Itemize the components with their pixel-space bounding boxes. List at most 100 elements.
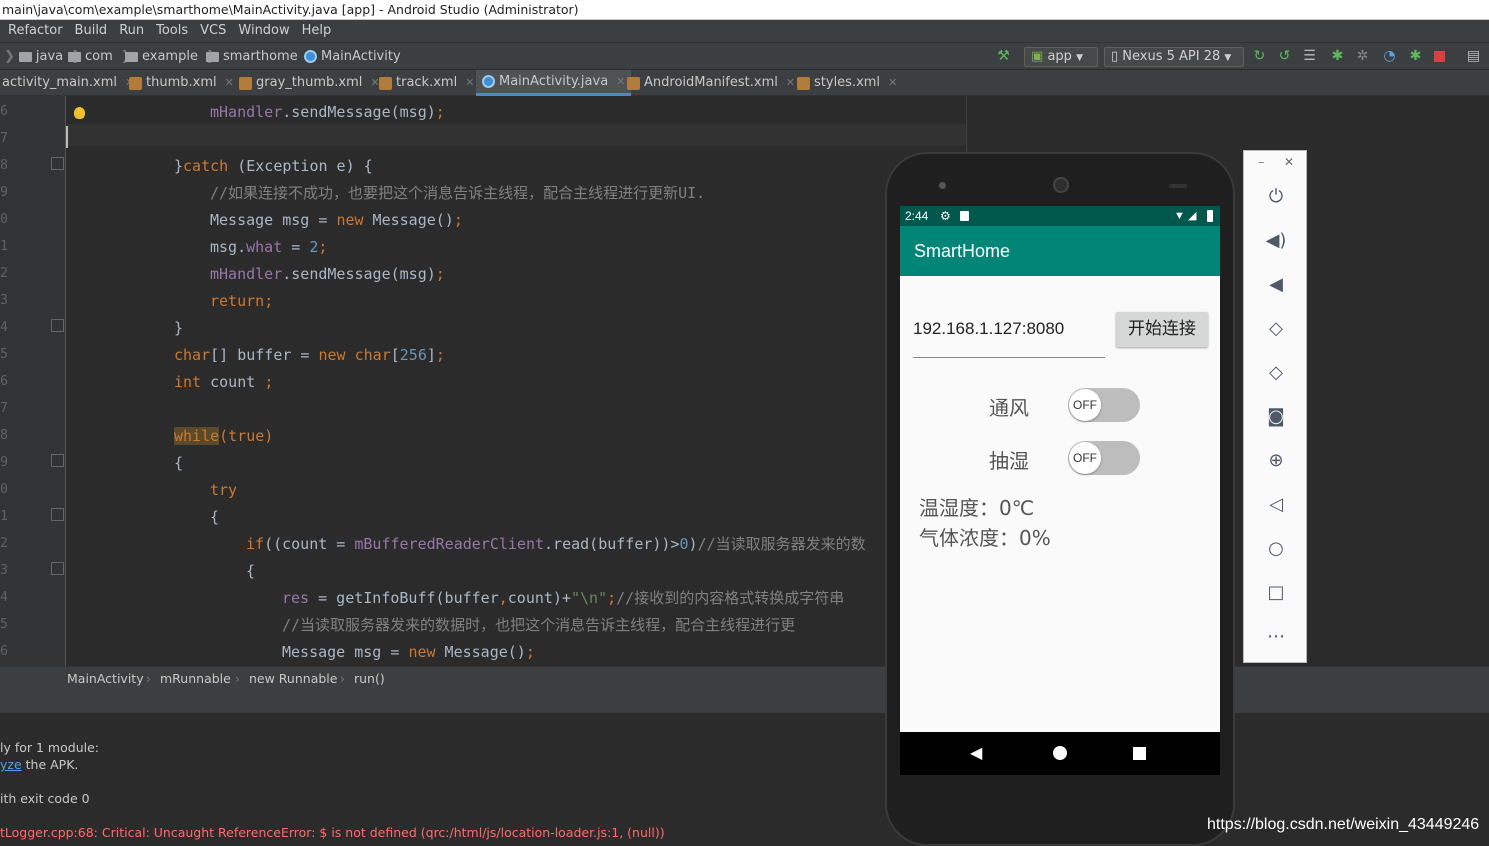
ventilation-switch[interactable]: OFF bbox=[1068, 388, 1140, 422]
menu-refactor[interactable]: Refactor bbox=[8, 20, 63, 42]
close-icon[interactable]: ✕ bbox=[786, 70, 795, 96]
switch-knob: OFF bbox=[1069, 442, 1101, 474]
line-number: 7 bbox=[0, 131, 8, 146]
menu-window[interactable]: Window bbox=[238, 20, 289, 42]
close-icon[interactable]: ✕ bbox=[465, 70, 474, 96]
rotate-left-icon[interactable]: ◇ bbox=[1264, 317, 1288, 341]
code-line: if((count = mBufferedReaderClient.read(b… bbox=[246, 535, 866, 553]
code-comment: //如果连接不成功，也要把这个消息告诉主线程，配合主线程进行更新UI. bbox=[210, 184, 706, 202]
apply-code-changes-icon[interactable]: ↺ bbox=[1277, 49, 1292, 64]
home-icon[interactable]: ○ bbox=[1264, 537, 1288, 561]
code-line: msg.what = 2; bbox=[210, 238, 328, 256]
humidity-reading: 温湿度：0℃ bbox=[919, 496, 1035, 520]
menu-build[interactable]: Build bbox=[75, 20, 108, 42]
profiler-icon[interactable]: ◔ bbox=[1382, 49, 1397, 64]
chevron-down-icon: ▼ bbox=[1224, 53, 1232, 63]
code-breadcrumb: MainActivity › mRunnable › new Runnable … bbox=[0, 666, 1489, 692]
close-icon[interactable]: ✕ bbox=[225, 70, 234, 96]
line-number: 6 bbox=[0, 644, 8, 659]
zoom-icon[interactable]: ⊕ bbox=[1264, 449, 1288, 473]
phone-screen[interactable]: 2:44 ⚙ ▼ ◢ SmartHome 192.168.1.127:8080 … bbox=[900, 206, 1220, 732]
code-line: res = getInfoBuff(buffer,count)+"\n";//接… bbox=[282, 589, 845, 607]
crumb-mrunnable[interactable]: mRunnable bbox=[160, 667, 231, 691]
line-number: 4 bbox=[0, 320, 8, 335]
tab-android-manifest[interactable]: AndroidManifest.xml ✕ bbox=[627, 70, 795, 96]
menu-vcs[interactable]: VCS bbox=[200, 20, 226, 42]
fold-marker[interactable] bbox=[51, 454, 64, 467]
menu-tools[interactable]: Tools bbox=[156, 20, 188, 42]
line-number: 2 bbox=[0, 266, 8, 281]
attach-debugger-icon[interactable]: ✲ bbox=[1355, 49, 1370, 64]
list-icon[interactable]: ☰ bbox=[1302, 49, 1317, 64]
power-icon[interactable]: ⏻ bbox=[1264, 185, 1288, 209]
code-line: int count ; bbox=[174, 373, 274, 391]
camera-lens-icon bbox=[1053, 177, 1069, 193]
attach-process-icon[interactable]: ✱ bbox=[1408, 49, 1423, 64]
console-line: yze the APK. bbox=[0, 757, 79, 772]
crumb-mainactivity[interactable]: MainActivity bbox=[67, 667, 144, 691]
back-icon[interactable]: ◁ bbox=[1264, 493, 1288, 517]
overview-icon[interactable]: □ bbox=[1264, 581, 1288, 605]
home-icon[interactable] bbox=[1053, 746, 1067, 760]
line-number: 8 bbox=[0, 158, 8, 173]
code-line: mHandler.sendMessage(msg); bbox=[210, 103, 445, 121]
clock: 2:44 bbox=[905, 209, 929, 223]
apply-changes-icon[interactable]: ↻ bbox=[1252, 49, 1267, 64]
line-number: 6 bbox=[0, 104, 8, 119]
sdk-manager-icon[interactable]: ▤ bbox=[1466, 49, 1481, 64]
menu-run[interactable]: Run bbox=[119, 20, 144, 42]
code-line: try bbox=[210, 481, 238, 499]
folder-icon bbox=[206, 51, 219, 62]
overview-icon[interactable] bbox=[1133, 747, 1146, 760]
stop-icon[interactable] bbox=[1434, 51, 1445, 62]
more-icon[interactable]: ⋯ bbox=[1264, 625, 1288, 649]
speaker-grille bbox=[1169, 184, 1187, 188]
breadcrumb-mainactivity[interactable]: MainActivity bbox=[304, 43, 401, 70]
fold-marker[interactable] bbox=[51, 562, 64, 575]
close-icon[interactable]: ✕ bbox=[888, 70, 897, 96]
rotate-right-icon[interactable]: ◇ bbox=[1264, 361, 1288, 385]
fold-marker[interactable] bbox=[51, 508, 64, 521]
window-title: main\java\com\example\smarthome\MainActi… bbox=[0, 0, 1489, 20]
analyze-link[interactable]: yze bbox=[0, 757, 22, 772]
camera-icon[interactable]: ◙ bbox=[1264, 405, 1288, 429]
connect-button[interactable]: 开始连接 bbox=[1116, 312, 1208, 347]
manifest-file-icon bbox=[627, 76, 640, 90]
tab-thumb[interactable]: thumb.xml ✕ bbox=[129, 70, 234, 96]
tab-track[interactable]: track.xml ✕ bbox=[379, 70, 474, 96]
code-line: char[] buffer = new char[256]; bbox=[174, 346, 445, 364]
fold-marker[interactable] bbox=[51, 319, 64, 332]
close-icon[interactable]: ✕ bbox=[1284, 155, 1294, 169]
tab-styles[interactable]: styles.xml ✕ bbox=[797, 70, 897, 96]
current-line-highlight bbox=[66, 124, 966, 146]
lightbulb-icon[interactable] bbox=[74, 107, 85, 119]
crumb-run[interactable]: run() bbox=[354, 667, 385, 691]
minimize-icon[interactable]: – bbox=[1258, 155, 1265, 170]
debug-icon[interactable]: ✱ bbox=[1330, 49, 1345, 64]
breadcrumb-com[interactable]: com❯ bbox=[68, 43, 132, 70]
menu-help[interactable]: Help bbox=[302, 20, 332, 42]
run-config-select[interactable]: ▣ app ▼ bbox=[1024, 47, 1098, 67]
tab-activity-main[interactable]: activity_main.xml✕ bbox=[2, 70, 134, 96]
back-icon[interactable]: ◀ bbox=[970, 743, 982, 762]
volume-down-icon[interactable]: ◀ bbox=[1264, 273, 1288, 297]
breadcrumb-smarthome[interactable]: smarthome❯ bbox=[206, 43, 317, 70]
close-icon[interactable]: ✕ bbox=[616, 69, 625, 95]
hammer-icon[interactable]: ⚒ bbox=[996, 49, 1011, 64]
fold-marker[interactable] bbox=[51, 157, 64, 170]
crumb-new-runnable[interactable]: new Runnable bbox=[249, 667, 337, 691]
code-line: }catch (Exception e) { bbox=[174, 157, 373, 175]
dehumidify-switch[interactable]: OFF bbox=[1068, 441, 1140, 475]
code-line: mHandler.sendMessage(msg); bbox=[210, 265, 445, 283]
tab-main-activity[interactable]: MainActivity.java ✕ bbox=[476, 69, 632, 96]
emulator-control-panel: – ✕ ⏻ ◀) ◀ ◇ ◇ ◙ ⊕ ◁ ○ □ ⋯ bbox=[1243, 150, 1307, 663]
line-number: 1 bbox=[0, 239, 8, 254]
line-number: 9 bbox=[0, 455, 8, 470]
ip-address-input[interactable]: 192.168.1.127:8080 bbox=[913, 310, 1105, 358]
tab-gray-thumb[interactable]: gray_thumb.xml ✕ bbox=[239, 70, 380, 96]
device-select[interactable]: ▯ Nexus 5 API 28 ▼ bbox=[1104, 47, 1244, 67]
editor-tabs: activity_main.xml✕ thumb.xml✕ gray_thumb… bbox=[0, 70, 1489, 96]
line-number: 5 bbox=[0, 347, 8, 362]
volume-up-icon[interactable]: ◀) bbox=[1264, 229, 1288, 253]
breadcrumb-example[interactable]: example❯ bbox=[125, 43, 217, 70]
